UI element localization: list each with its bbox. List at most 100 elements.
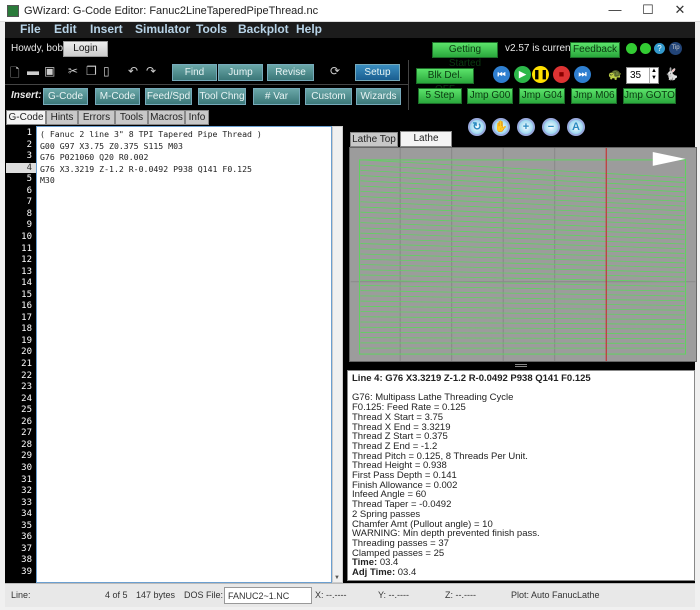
jump-g04-button[interactable]: Jmp G04: [519, 88, 565, 104]
setup-button[interactable]: Setup: [355, 64, 400, 81]
feedback-button[interactable]: Feedback: [570, 42, 620, 58]
line-number: 11: [21, 243, 32, 254]
revise-button[interactable]: Revise: [267, 64, 314, 81]
spinner-arrows[interactable]: ▲ ▼: [649, 68, 658, 83]
jump-g00-button[interactable]: Jmp G00: [467, 88, 513, 104]
toolpath-pass: [360, 237, 685, 250]
line-number: 21: [21, 359, 32, 369]
toolpath-pass: [360, 311, 685, 316]
menu-tools[interactable]: Tools: [196, 22, 227, 36]
step-button[interactable]: 5 Step: [418, 88, 462, 104]
editor-scrollbar[interactable]: ▼: [332, 126, 343, 583]
splitter-handle[interactable]: [515, 364, 527, 367]
toolpath-pass: [360, 232, 685, 245]
menu-simulator[interactable]: Simulator: [135, 22, 190, 36]
line-number: 10: [21, 231, 32, 242]
gcode-editor[interactable]: ( Fanuc 2 line 3" 8 TPI Tapered Pipe Thr…: [36, 126, 332, 583]
new-file-icon[interactable]: 🗋: [10, 64, 20, 85]
fast-forward-icon[interactable]: ⏭: [574, 66, 591, 83]
login-button[interactable]: Login: [63, 41, 108, 57]
menu-insert[interactable]: Insert: [90, 22, 123, 36]
smiley-icon[interactable]: [626, 43, 637, 54]
tab-info[interactable]: Info: [185, 110, 209, 125]
adj-time-value: 03.4: [397, 567, 417, 579]
insert-gcode-button[interactable]: G-Code: [43, 88, 88, 105]
block-delete-toggle[interactable]: Blk Del. OFF: [416, 68, 474, 95]
copy-icon[interactable]: ❐: [86, 64, 97, 78]
file-size: 147 bytes: [136, 590, 176, 600]
menu-file[interactable]: File: [20, 22, 41, 36]
dos-file-field[interactable]: FANUC2~1.NC: [224, 587, 312, 604]
greeting: Howdy, bob!: [11, 43, 66, 54]
jump-m06-button[interactable]: Jmp M06: [571, 88, 617, 104]
toolpath-pass: [360, 321, 685, 325]
line-number: 27: [21, 428, 32, 439]
jump-button[interactable]: Jump: [218, 64, 263, 81]
toolpath-pass: [360, 253, 685, 264]
getting-started-button[interactable]: Getting Started: [432, 42, 498, 69]
code-line[interactable]: ( Fanuc 2 line 3" 8 TPI Tapered Pipe Thr…: [40, 129, 262, 139]
speed-spinner[interactable]: 35 ▲ ▼: [626, 67, 659, 84]
zoom-fit-icon[interactable]: A: [567, 118, 585, 136]
insert-label: Insert:: [11, 90, 42, 101]
line-number: 14: [21, 278, 32, 289]
refresh-icon[interactable]: ⟳: [330, 64, 340, 78]
help-icon[interactable]: ?: [654, 43, 665, 54]
menu-help[interactable]: Help: [296, 22, 322, 36]
tab-macros[interactable]: Macros: [148, 110, 185, 125]
tab-tools[interactable]: Tools: [115, 110, 148, 125]
insert-feed-speed-button[interactable]: Feed/Spd: [145, 88, 192, 105]
line-number: 37: [21, 543, 32, 554]
close-button[interactable]: ✕: [665, 2, 695, 18]
backplot-canvas[interactable]: [349, 147, 697, 362]
line-number: 5: [26, 174, 32, 185]
insert-wizards-button[interactable]: Wizards: [356, 88, 401, 105]
scroll-down-icon[interactable]: ▼: [334, 575, 340, 581]
maximize-button[interactable]: ☐: [633, 2, 663, 18]
insert-variable-button[interactable]: # Var: [253, 88, 300, 105]
zoom-out-icon[interactable]: −: [542, 118, 560, 136]
line-number: 18: [21, 324, 32, 335]
tab-lathe-front[interactable]: Lathe Front: [400, 131, 452, 157]
tab-gcode[interactable]: G-Code: [6, 110, 46, 125]
turtle-icon: 🐢: [608, 69, 622, 81]
line-number: 38: [21, 555, 32, 566]
pause-icon[interactable]: ❚❚: [532, 66, 549, 83]
paste-icon[interactable]: ▯: [103, 64, 110, 78]
rewind-icon[interactable]: ⏮: [493, 66, 510, 83]
stop-icon[interactable]: ■: [553, 66, 570, 83]
redo-icon[interactable]: ↷: [146, 64, 156, 78]
jump-goto-button[interactable]: Jmp GOTO: [623, 88, 676, 104]
menu-backplot[interactable]: Backplot: [238, 22, 289, 36]
save-icon[interactable]: ▣: [44, 64, 55, 78]
zoom-in-icon[interactable]: +: [517, 118, 535, 136]
open-folder-icon[interactable]: ▬: [27, 64, 39, 78]
tab-lathe-top[interactable]: Lathe Top: [350, 132, 398, 147]
insert-mcode-button[interactable]: M-Code: [95, 88, 140, 105]
code-line[interactable]: M30: [40, 175, 55, 185]
rotate-view-icon[interactable]: ↻: [468, 118, 486, 136]
minimize-button[interactable]: —: [600, 2, 630, 17]
find-button[interactable]: Find: [172, 64, 217, 81]
menu-edit[interactable]: Edit: [54, 22, 77, 36]
code-line[interactable]: G76 X3.3219 Z-1.2 R-0.0492 P938 Q141 F0.…: [40, 164, 252, 174]
pan-view-icon[interactable]: ✋: [492, 118, 510, 136]
rabbit-icon: 🐇: [664, 67, 679, 81]
tab-hints[interactable]: Hints: [46, 110, 78, 125]
y-readout: Y: --.----: [378, 590, 409, 600]
insert-custom-button[interactable]: Custom: [305, 88, 352, 105]
code-line[interactable]: G00 G97 X3.75 Z0.375 S115 M03: [40, 141, 183, 151]
undo-icon[interactable]: ↶: [128, 64, 138, 78]
code-line[interactable]: G76 P021060 Q20 R0.002: [40, 152, 148, 162]
tip-icon[interactable]: Tip: [669, 42, 682, 55]
toolpath-pass: [360, 332, 685, 335]
play-icon[interactable]: ▶: [514, 66, 531, 83]
frown-icon[interactable]: [640, 43, 651, 54]
insert-tool-change-button[interactable]: Tool Chng: [198, 88, 246, 105]
cut-icon[interactable]: ✂: [68, 64, 78, 78]
tab-errors[interactable]: Errors: [78, 110, 115, 125]
toolpath-pass: [360, 305, 685, 311]
toolpath-pass: [360, 222, 685, 235]
toolpath-pass: [360, 169, 685, 188]
plot-mode: Plot: Auto FanucLathe: [511, 590, 600, 600]
